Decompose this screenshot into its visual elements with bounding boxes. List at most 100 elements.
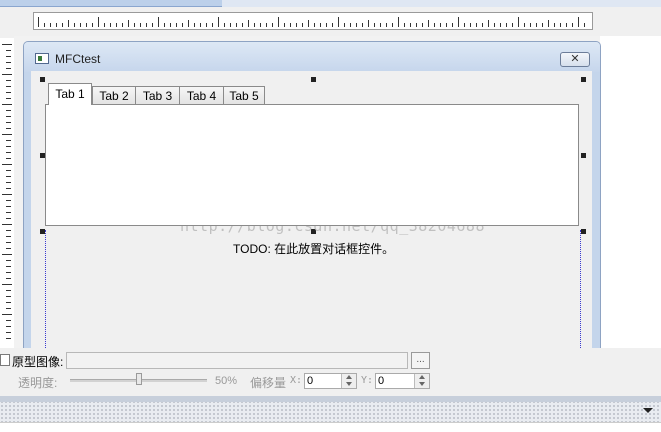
- ruler-tick: [476, 23, 477, 27]
- ruler-tick: [494, 23, 495, 27]
- ruler-tick: [488, 20, 489, 27]
- resize-handle[interactable]: [581, 77, 586, 82]
- prototype-checkbox[interactable]: [0, 354, 10, 366]
- offset-y-label: Y:: [361, 375, 374, 386]
- ruler-tick: [74, 23, 75, 27]
- ruler-tick: [2, 74, 12, 75]
- ruler-tick: [44, 23, 45, 27]
- ruler-tick: [6, 80, 11, 81]
- ruler-tick: [6, 146, 11, 147]
- ruler-tick: [548, 20, 549, 27]
- ruler-tick: [6, 98, 11, 99]
- ruler-tick: [296, 23, 297, 27]
- dialog-titlebar[interactable]: [24, 42, 600, 72]
- opacity-value: 50%: [215, 375, 238, 387]
- active-document-tab[interactable]: [0, 0, 222, 7]
- offset-x-spinbox[interactable]: 0: [304, 373, 357, 389]
- ruler-tick: [6, 128, 11, 129]
- resize-handle[interactable]: [40, 77, 45, 82]
- ruler-tick: [404, 23, 405, 27]
- offset-label: 偏移量: [250, 376, 287, 390]
- ruler-tick: [254, 23, 255, 27]
- ruler-tick: [344, 23, 345, 27]
- ruler-tick: [6, 86, 11, 87]
- ruler-tick: [224, 23, 225, 27]
- ruler-tick: [116, 23, 117, 27]
- offset-y-value: 0: [378, 375, 385, 387]
- resize-handle[interactable]: [581, 229, 586, 234]
- ruler-tick: [326, 23, 327, 27]
- ruler-tick: [452, 23, 453, 27]
- spin-arrows-icon[interactable]: [341, 374, 356, 388]
- ruler-tick: [482, 23, 483, 27]
- ruler-tick: [338, 17, 339, 27]
- offset-y-spinbox[interactable]: 0: [375, 373, 430, 389]
- ruler-tick: [6, 110, 11, 111]
- ruler-tick: [218, 17, 219, 27]
- ruler-tick: [518, 17, 519, 27]
- ruler-tick: [56, 23, 57, 27]
- ruler-tick: [6, 56, 11, 57]
- ruler-tick: [6, 278, 11, 279]
- ruler-tick: [314, 23, 315, 27]
- ruler-tick: [6, 260, 11, 261]
- resize-handle[interactable]: [311, 77, 316, 82]
- opacity-slider-thumb[interactable]: [136, 373, 142, 385]
- dialog-title: MFCtest: [55, 52, 101, 66]
- tab-4[interactable]: Tab 4: [179, 86, 224, 105]
- chevron-down-icon[interactable]: [643, 408, 653, 413]
- ruler-tick: [92, 23, 93, 27]
- ruler-tick: [464, 23, 465, 27]
- ruler-tick: [6, 272, 11, 273]
- ruler-tick: [386, 23, 387, 27]
- ruler-tick: [164, 23, 165, 27]
- ruler-tick: [50, 23, 51, 27]
- ruler-tick: [158, 17, 159, 27]
- ruler-tick: [6, 326, 11, 327]
- ruler-tick: [500, 23, 501, 27]
- ruler-tick: [6, 158, 11, 159]
- ruler-tick: [6, 116, 11, 117]
- ruler-tick: [578, 17, 579, 27]
- ruler-tick: [260, 23, 261, 27]
- close-button[interactable]: ✕: [560, 52, 590, 67]
- guide-line: [580, 230, 581, 348]
- ruler-tick: [230, 23, 231, 27]
- output-panel-header[interactable]: [0, 402, 661, 422]
- ruler-tick: [2, 164, 12, 165]
- ruler-tick: [6, 92, 11, 93]
- ruler-tick: [584, 23, 585, 27]
- offset-x-label: X:: [290, 375, 303, 386]
- ruler-tick: [542, 23, 543, 27]
- tab-panel[interactable]: [45, 104, 579, 226]
- ruler-tick: [350, 23, 351, 27]
- ruler-tick: [2, 314, 12, 315]
- ruler-tick: [212, 23, 213, 27]
- resize-handle[interactable]: [581, 153, 586, 158]
- ruler-tick: [356, 23, 357, 27]
- ruler-tick: [6, 236, 11, 237]
- tab-5[interactable]: Tab 5: [223, 86, 265, 105]
- ruler-tick: [62, 23, 63, 27]
- ruler-tick: [308, 20, 309, 27]
- ruler-tick: [188, 20, 189, 27]
- ruler-tick: [176, 23, 177, 27]
- ruler-tick: [440, 23, 441, 27]
- ruler-tick: [110, 23, 111, 27]
- ruler-tick: [194, 23, 195, 27]
- prototype-path-input[interactable]: [66, 352, 408, 369]
- tab-1[interactable]: Tab 1: [48, 83, 92, 105]
- ruler-tick: [6, 290, 11, 291]
- tab-3[interactable]: Tab 3: [135, 86, 180, 105]
- tab-2[interactable]: Tab 2: [92, 86, 136, 105]
- ruler-tick: [332, 23, 333, 27]
- todo-static-text[interactable]: TODO: 在此放置对话框控件。: [233, 240, 394, 257]
- ruler-tick: [104, 23, 105, 27]
- ruler-tick: [266, 23, 267, 27]
- ruler-tick: [6, 152, 11, 153]
- browse-button[interactable]: ...: [411, 352, 430, 369]
- ruler-tick: [278, 17, 279, 27]
- ruler-tick: [6, 200, 11, 201]
- ruler-tick: [98, 17, 99, 27]
- spin-arrows-icon[interactable]: [414, 374, 429, 388]
